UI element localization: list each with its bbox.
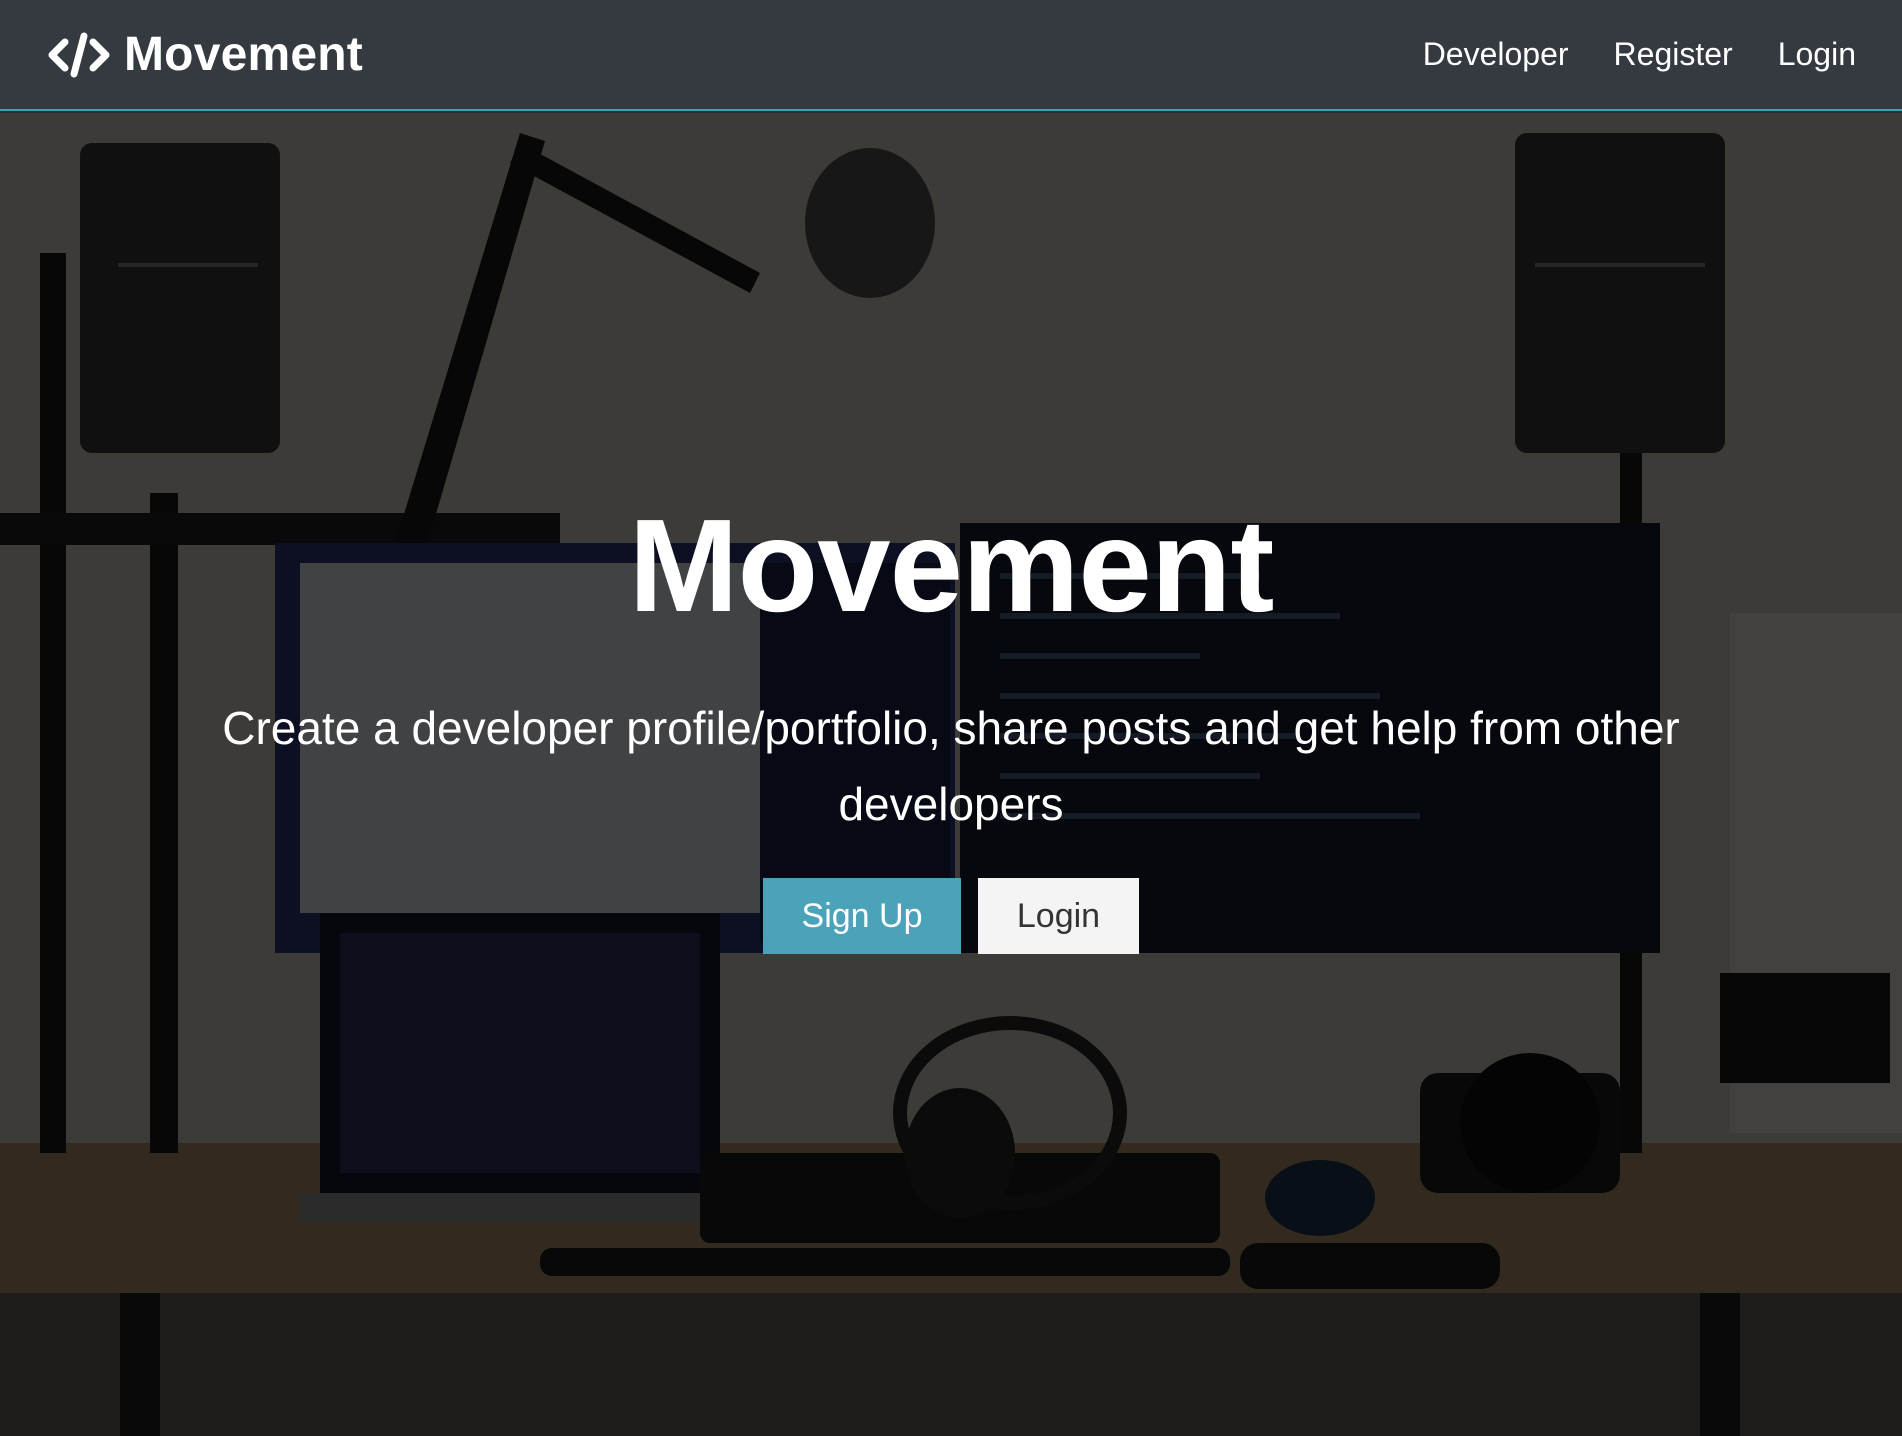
signup-button[interactable]: Sign Up: [763, 878, 961, 954]
navbar: Movement Developer Register Login: [0, 0, 1902, 111]
brand-text: Movement: [124, 28, 363, 81]
hero-title: Movement: [628, 492, 1275, 639]
nav-links: Developer Register Login: [1423, 36, 1856, 73]
hero-buttons: Sign Up Login: [763, 878, 1139, 954]
nav-link-developer[interactable]: Developer: [1423, 36, 1569, 73]
login-button[interactable]: Login: [978, 878, 1139, 954]
landing-content: Movement Create a developer profile/port…: [0, 113, 1902, 1436]
nav-link-login[interactable]: Login: [1778, 36, 1856, 73]
nav-link-register[interactable]: Register: [1614, 36, 1733, 73]
brand-link[interactable]: Movement: [48, 27, 363, 82]
code-icon: [48, 32, 110, 78]
hero-lead: Create a developer profile/portfolio, sh…: [222, 702, 1680, 830]
landing-hero: Movement Create a developer profile/port…: [0, 113, 1902, 1436]
